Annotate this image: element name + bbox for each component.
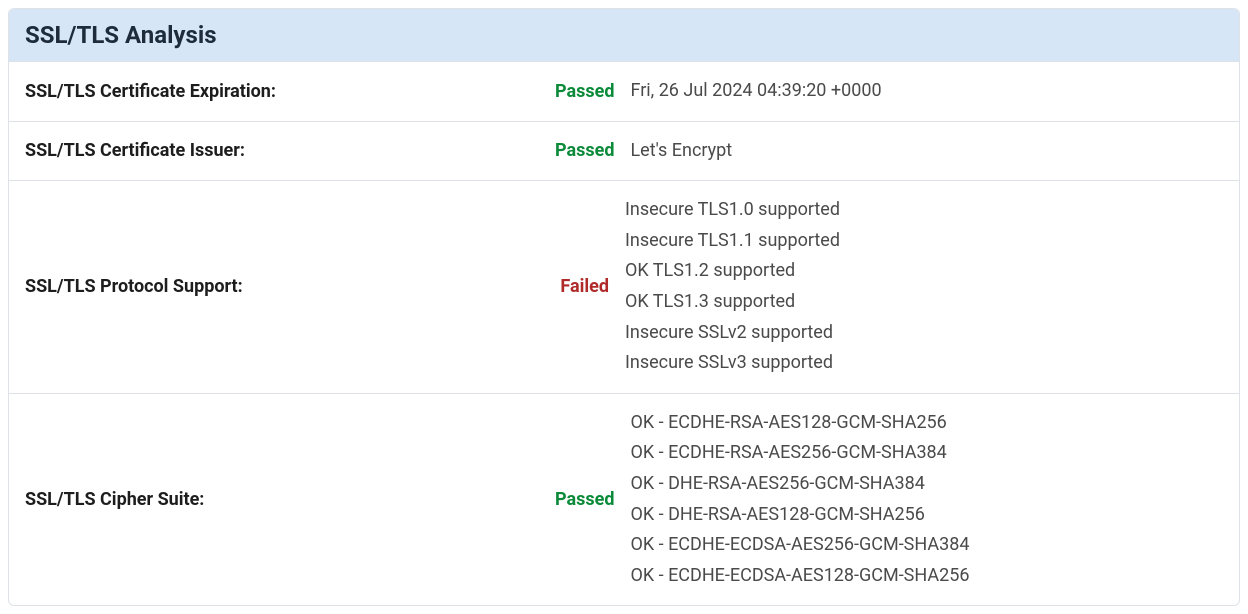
ssl-tls-analysis-panel: SSL/TLS Analysis SSL/TLS Certificate Exp…	[8, 8, 1240, 606]
value-line: OK TLS1.2 supported	[625, 256, 1223, 287]
value-line: OK - ECDHE-RSA-AES128-GCM-SHA256	[630, 408, 1223, 439]
value-line: Insecure SSLv3 supported	[625, 348, 1223, 379]
value-line: OK - DHE-RSA-AES128-GCM-SHA256	[630, 500, 1223, 531]
value-line: OK TLS1.3 supported	[625, 287, 1223, 318]
panel-title: SSL/TLS Analysis	[9, 9, 1239, 61]
row-cert-issuer: SSL/TLS Certificate Issuer: Passed Let's…	[9, 121, 1239, 181]
value-line: OK - ECDHE-ECDSA-AES128-GCM-SHA256	[630, 561, 1223, 592]
status-badge: Passed	[555, 81, 630, 102]
row-label: SSL/TLS Cipher Suite:	[25, 489, 555, 510]
row-protocol-support: SSL/TLS Protocol Support: Failed Insecur…	[9, 180, 1239, 393]
value-line: Let's Encrypt	[630, 136, 1223, 167]
status-badge: Passed	[555, 489, 630, 510]
row-value: Fri, 26 Jul 2024 04:39:20 +0000	[630, 76, 1223, 107]
row-label: SSL/TLS Protocol Support:	[25, 276, 555, 297]
value-line: Insecure TLS1.1 supported	[625, 226, 1223, 257]
row-value: OK - ECDHE-RSA-AES128-GCM-SHA256 OK - EC…	[630, 408, 1223, 592]
value-line: Insecure TLS1.0 supported	[625, 195, 1223, 226]
row-value: Insecure TLS1.0 supported Insecure TLS1.…	[625, 195, 1223, 379]
value-line: OK - DHE-RSA-AES256-GCM-SHA384	[630, 469, 1223, 500]
row-cipher-suite: SSL/TLS Cipher Suite: Passed OK - ECDHE-…	[9, 393, 1239, 606]
row-label: SSL/TLS Certificate Issuer:	[25, 140, 555, 161]
value-line: Fri, 26 Jul 2024 04:39:20 +0000	[630, 76, 1223, 107]
row-cert-expiration: SSL/TLS Certificate Expiration: Passed F…	[9, 61, 1239, 121]
status-badge: Failed	[555, 276, 625, 297]
row-label: SSL/TLS Certificate Expiration:	[25, 81, 555, 102]
value-line: Insecure SSLv2 supported	[625, 318, 1223, 349]
status-badge: Passed	[555, 140, 630, 161]
value-line: OK - ECDHE-ECDSA-AES256-GCM-SHA384	[630, 530, 1223, 561]
value-line: OK - ECDHE-RSA-AES256-GCM-SHA384	[630, 438, 1223, 469]
row-value: Let's Encrypt	[630, 136, 1223, 167]
